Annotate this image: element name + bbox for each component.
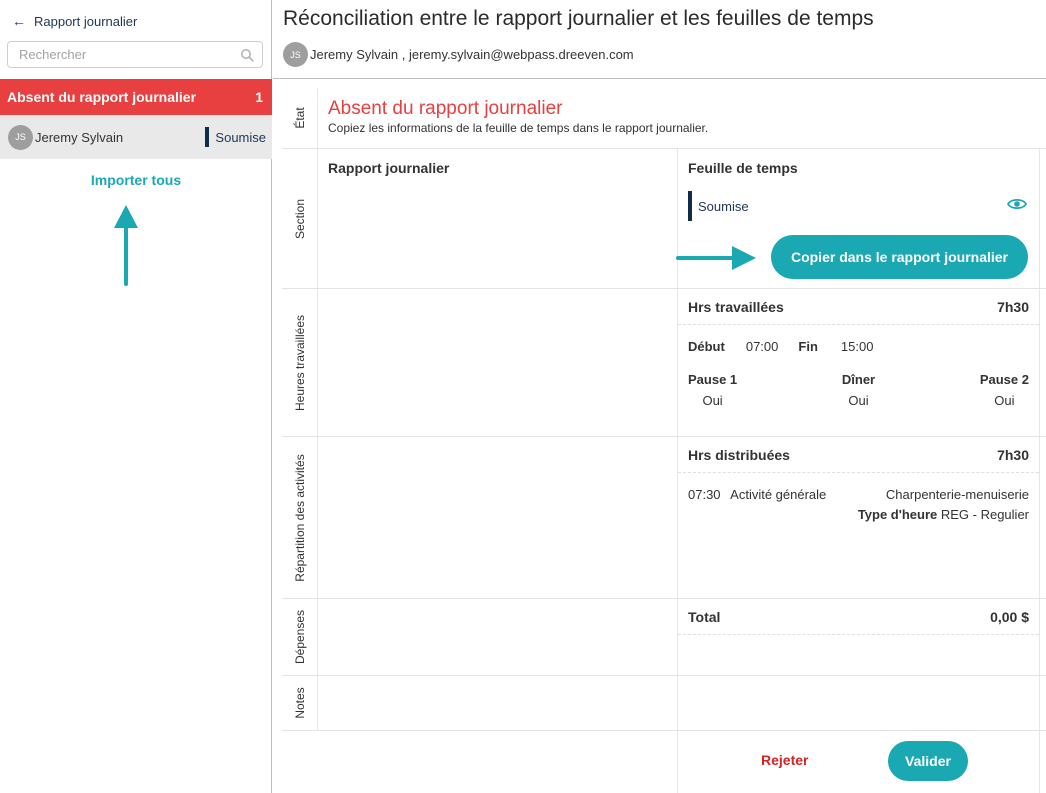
- user-info: Jeremy Sylvain , jeremy.sylvain@webpass.…: [310, 47, 634, 62]
- activities-title: Hrs distribuées: [688, 446, 790, 463]
- row-label-text: Répartition des activités: [292, 453, 307, 582]
- pause-label: Pause 1: [688, 372, 738, 387]
- rapport-column: [318, 437, 678, 598]
- search-icon[interactable]: [240, 48, 254, 62]
- row-hours: Heures travaillées Hrs travaillées 7h30 …: [282, 289, 1046, 437]
- status-bar: [205, 127, 210, 147]
- state-title: Absent du rapport journalier: [328, 98, 563, 119]
- header-divider: [273, 78, 1046, 79]
- rapport-column-title: Rapport journalier: [328, 160, 450, 176]
- hours-title: Hrs travaillées: [688, 298, 784, 315]
- pause-value: Oui: [702, 393, 723, 408]
- reject-button[interactable]: Rejeter: [761, 752, 808, 768]
- import-all-link[interactable]: Importer tous: [0, 172, 272, 188]
- pause-value: Oui: [848, 393, 869, 408]
- end-label: Fin: [798, 339, 818, 354]
- footer-left: [318, 730, 678, 793]
- row-notes: Notes: [282, 676, 1046, 731]
- pause-item: Pause 1 Oui: [688, 372, 737, 408]
- pause-value: Oui: [994, 393, 1015, 408]
- reconciliation-grid: État Absent du rapport journalier Copiez…: [282, 88, 1046, 731]
- start-value: 07:00: [745, 339, 779, 354]
- footer-right: Rejeter Valider: [678, 730, 1040, 793]
- search-box: [7, 41, 263, 68]
- feuille-column: Total 0,00 $: [678, 599, 1040, 675]
- feuille-column: Feuille de temps Soumise Copier dans le …: [676, 149, 1040, 288]
- arrow-right-icon: [676, 246, 756, 270]
- row-activities: Répartition des activités Hrs distribuée…: [282, 437, 1046, 599]
- feuille-column-title: Feuille de temps: [688, 160, 798, 176]
- arrow-left-icon: ←: [12, 13, 26, 29]
- row-expenses: Dépenses Total 0,00 $: [282, 599, 1046, 676]
- back-link-label: Rapport journalier: [34, 13, 138, 29]
- status-badge: Soumise: [688, 191, 749, 221]
- group-title: Absent du rapport journalier: [7, 89, 197, 105]
- row-label: Répartition des activités: [282, 437, 318, 598]
- activity-entry: 07:30 Activité générale Charpenterie-men…: [678, 487, 1039, 522]
- sidebar: ← Rapport journalier Absent du rapport j…: [0, 0, 272, 793]
- start-label: Début: [688, 339, 725, 354]
- feuille-column: Hrs travaillées 7h30 Début 07:00 Fin 15:…: [678, 289, 1040, 436]
- feuille-column: [678, 676, 1040, 730]
- copy-to-report-button[interactable]: Copier dans le rapport journalier: [771, 235, 1028, 279]
- avatar: JS: [8, 124, 33, 150]
- row-label: Notes: [282, 676, 318, 730]
- feuille-column: Hrs distribuées 7h30 07:30 Activité géné…: [678, 437, 1040, 598]
- status-label: Soumise: [215, 129, 266, 145]
- arrow-up-icon: [114, 205, 138, 286]
- activities-total: 7h30: [997, 446, 1029, 463]
- hour-type-label: Type d'heure: [857, 507, 938, 522]
- row-label-text: Section: [292, 198, 307, 239]
- row-label: Dépenses: [282, 599, 318, 675]
- row-label-text: Dépenses: [292, 609, 307, 665]
- hours-header: Hrs travaillées 7h30: [678, 289, 1039, 325]
- time-line: Début 07:00 Fin 15:00: [678, 339, 1039, 354]
- pause-grid: Pause 1 Oui Dîner Oui Pause 2 Oui: [678, 372, 1039, 408]
- activity-name: Activité générale: [730, 487, 827, 502]
- row-state: État Absent du rapport journalier Copiez…: [282, 88, 1046, 149]
- activity-time: 07:30: [688, 487, 721, 502]
- end-value: 15:00: [840, 339, 874, 354]
- eye-icon[interactable]: [1007, 197, 1027, 211]
- footer-actions: Rejeter Valider: [318, 730, 1046, 793]
- row-label-text: État: [292, 107, 307, 129]
- list-item-name: Jeremy Sylvain: [35, 129, 124, 145]
- activity-trade: Charpenterie-menuiserie: [885, 487, 1029, 502]
- rapport-column: [318, 676, 678, 730]
- expenses-total: 0,00 $: [990, 608, 1029, 625]
- user-line: JS Jeremy Sylvain , jeremy.sylvain@webpa…: [283, 42, 634, 67]
- main-panel: Réconciliation entre le rapport journali…: [273, 0, 1046, 793]
- row-label: Section: [282, 149, 318, 288]
- group-count: 1: [255, 89, 263, 105]
- pause-item: Dîner Oui: [842, 372, 875, 408]
- page-title: Réconciliation entre le rapport journali…: [283, 7, 874, 30]
- rapport-column: [318, 289, 678, 436]
- row-label: État: [282, 88, 318, 148]
- status-label: Soumise: [698, 198, 749, 214]
- group-header-absent[interactable]: Absent du rapport journalier 1: [0, 79, 272, 115]
- state-description: Copiez les informations de la feuille de…: [328, 121, 709, 135]
- state-content: Absent du rapport journalier Copiez les …: [318, 88, 1046, 148]
- rapport-column: Rapport journalier: [318, 149, 678, 288]
- back-link[interactable]: ← Rapport journalier: [12, 13, 137, 29]
- row-label: Heures travaillées: [282, 289, 318, 436]
- rapport-column: [318, 599, 678, 675]
- pause-label: Dîner: [841, 372, 876, 387]
- validate-button[interactable]: Valider: [888, 741, 968, 781]
- status-badge: Soumise: [205, 127, 266, 147]
- row-section: Section Rapport journalier Feuille de te…: [282, 149, 1046, 289]
- status-bar: [688, 191, 692, 221]
- avatar: JS: [283, 42, 308, 67]
- row-label-text: Notes: [292, 687, 307, 719]
- hour-type-value: REG - Regulier: [940, 507, 1029, 522]
- row-label-text: Heures travaillées: [292, 314, 307, 411]
- expenses-header: Total 0,00 $: [678, 599, 1039, 635]
- search-input[interactable]: [19, 47, 240, 62]
- expenses-title: Total: [688, 608, 721, 625]
- activities-header: Hrs distribuées 7h30: [678, 437, 1039, 473]
- hours-total: 7h30: [997, 298, 1029, 315]
- pause-label: Pause 2: [979, 372, 1029, 387]
- pause-item: Pause 2 Oui: [980, 372, 1029, 408]
- list-item[interactable]: JS Jeremy Sylvain Soumise: [0, 115, 272, 159]
